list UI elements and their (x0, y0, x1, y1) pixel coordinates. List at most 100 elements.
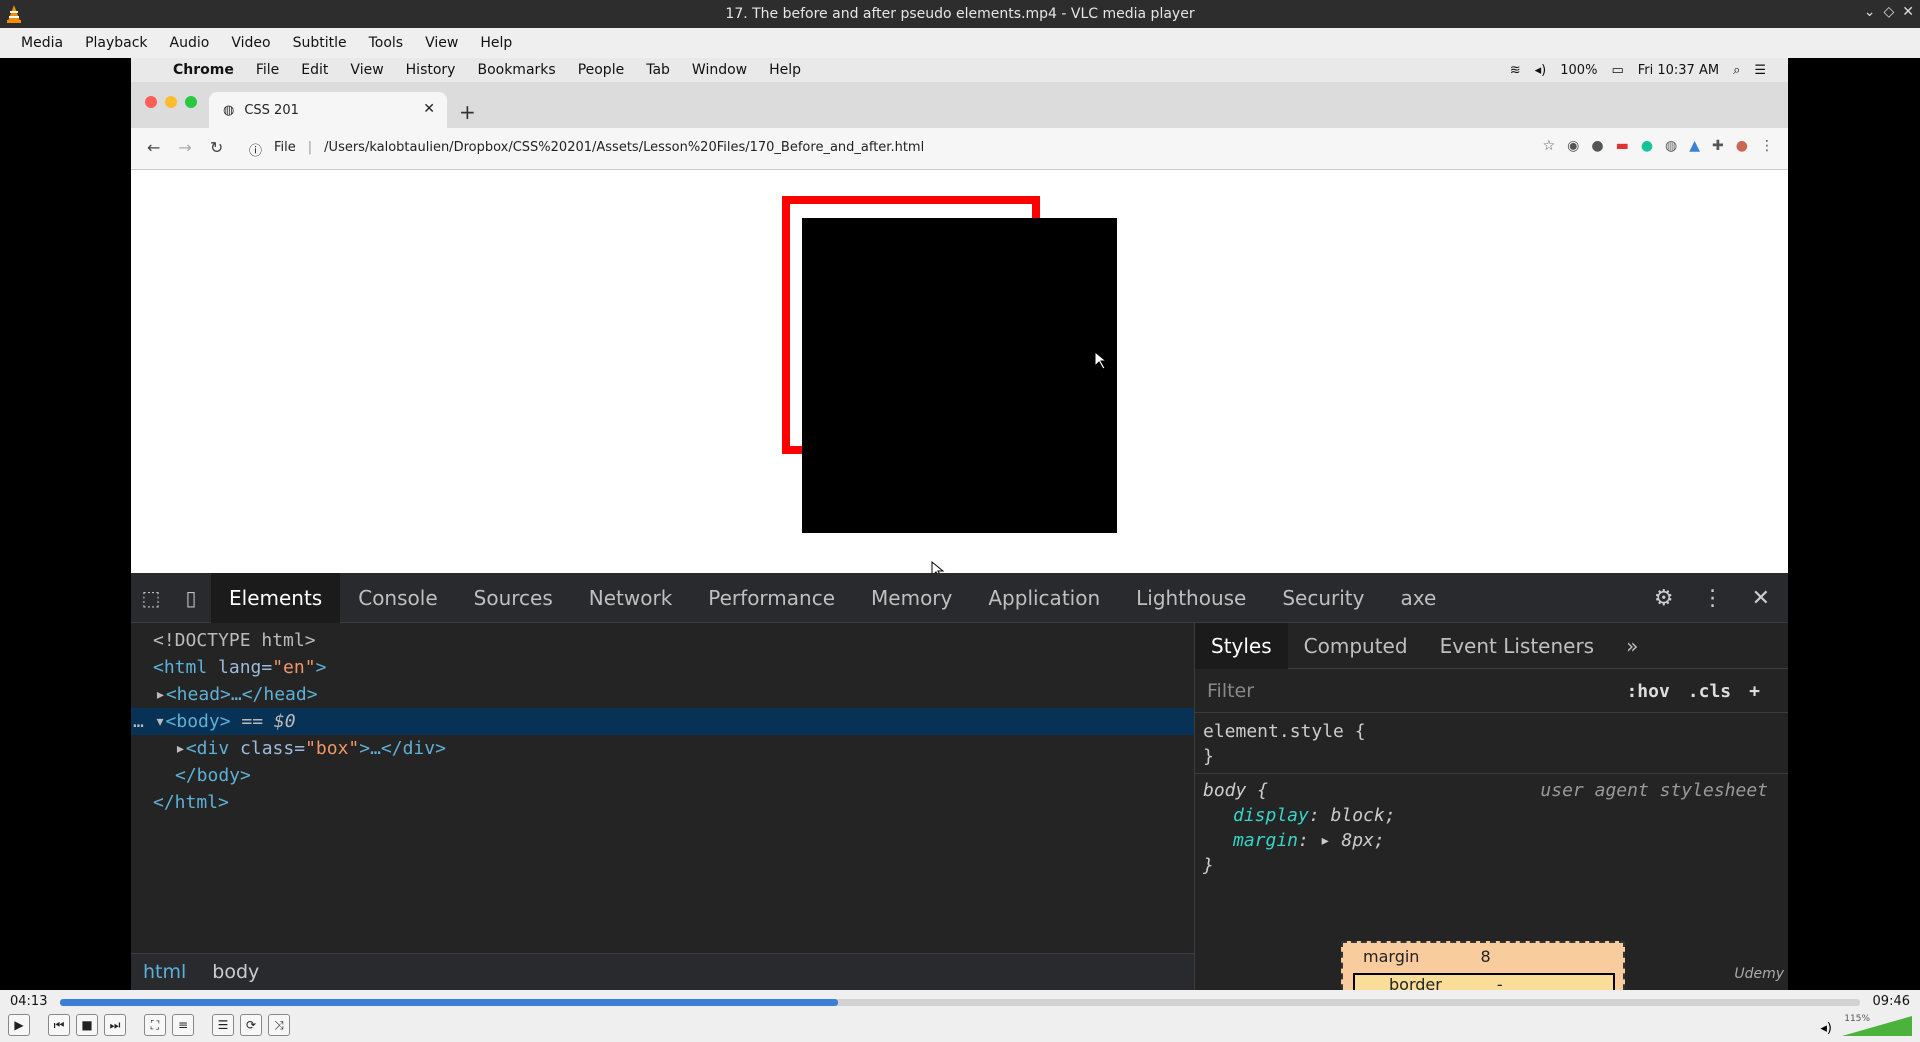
tab-application: Application (988, 585, 1101, 610)
menu-video[interactable]: Video (220, 35, 281, 51)
video-area[interactable]: Chrome File Edit View History Bookmarks … (0, 58, 1920, 990)
mac-menu-history: History (405, 62, 456, 78)
recorded-screen: Chrome File Edit View History Bookmarks … (131, 58, 1788, 990)
playlist-button[interactable]: ☰ (212, 1014, 234, 1036)
breadcrumb-body: body (212, 961, 260, 983)
close-devtools-icon: ✕ (1751, 585, 1770, 611)
tab-title: CSS 201 (244, 102, 299, 118)
vlc-controls: 04:13 09:46 ▶ ⏮ ■ ⏭ ⛶ ≡ ☰ ⟳ ⤨ ◂) 115% (0, 990, 1920, 1042)
box-margin-value: 8 (1480, 947, 1491, 966)
inspect-element-icon: ⬚ (141, 585, 161, 610)
spotlight-icon: ⌕ (1733, 62, 1741, 78)
notification-center-icon: ☰ (1754, 62, 1766, 78)
new-tab-icon: + (459, 100, 476, 124)
body-rule: body {user agent stylesheet (1203, 780, 1768, 801)
extended-settings-button[interactable]: ≡ (172, 1014, 194, 1036)
breadcrumb-html: html (143, 961, 187, 983)
filter-placeholder: Filter (1207, 679, 1255, 702)
play-button[interactable]: ▶ (8, 1014, 30, 1036)
seek-progress (60, 999, 838, 1006)
box-div (802, 218, 1117, 533)
tab-close-icon: ✕ (423, 101, 435, 117)
elapsed-time: 04:13 (10, 994, 48, 1009)
minimize-dot-icon (165, 96, 177, 108)
element-style-rule: element.style { (1203, 721, 1366, 742)
menu-help[interactable]: Help (469, 35, 523, 51)
seek-bar[interactable] (60, 999, 1860, 1006)
menu-audio[interactable]: Audio (159, 35, 221, 51)
tab-elements: Elements (211, 572, 341, 623)
settings-gear-icon: ⚙ (1653, 585, 1674, 611)
previous-button[interactable]: ⏮ (48, 1014, 70, 1036)
pseudo-element-demo (782, 196, 1117, 580)
expand-triangle-icon: ▸ (175, 738, 186, 759)
mac-menu-tab: Tab (646, 62, 670, 78)
dom-breadcrumbs: html body (131, 953, 1194, 990)
next-button[interactable]: ⏭ (104, 1014, 126, 1036)
css-rules: element.style { } body {user agent style… (1195, 719, 1788, 878)
tab-computed: Computed (1303, 633, 1408, 658)
box-model-diagram: margin 8 border - (1341, 941, 1625, 990)
hov-button: :hov (1626, 680, 1670, 702)
minimize-icon[interactable]: ⌄ (1864, 4, 1876, 20)
vlc-title-bar: 17. The before and after pseudo elements… (0, 0, 1920, 28)
shuffle-button[interactable]: ⤨ (268, 1014, 290, 1036)
styles-filter: Filter :hov .cls + (1195, 669, 1788, 713)
mac-menu-chrome: Chrome (173, 62, 234, 78)
dom-div-box: ▸<div class="box">…</div> (175, 738, 446, 759)
speaker-icon[interactable]: ◂) (1820, 1021, 1832, 1036)
back-icon: ← (147, 138, 161, 157)
device-toolbar-icon: ▯ (185, 585, 197, 610)
browser-tab: ◍ CSS 201 ✕ (209, 92, 447, 128)
dom-head: ▸<head>…</head> (155, 684, 318, 705)
loop-button[interactable]: ⟳ (240, 1014, 262, 1036)
extension-record-icon: ● (1591, 138, 1604, 154)
dom-tree: <!DOCTYPE html> <html lang="en"> ▸<head>… (131, 623, 1194, 953)
menu-view[interactable]: View (414, 35, 469, 51)
devtools-tab-bar: ⬚ ▯ Elements Console Sources Network Per… (131, 572, 1788, 623)
chrome-tab-strip: ◍ CSS 201 ✕ + (131, 82, 1788, 128)
extension-grammarly-icon: ● (1640, 138, 1654, 154)
display-declaration: display: block; (1233, 805, 1396, 826)
more-options-icon: ⋮ (1701, 585, 1724, 611)
menu-subtitle[interactable]: Subtitle (282, 35, 358, 51)
extension-camera-icon: ◉ (1567, 138, 1580, 154)
extension-red-icon: ▬ (1615, 138, 1629, 154)
volume-slider[interactable]: 115% (1842, 1014, 1912, 1036)
box-border-label: border (1389, 975, 1442, 990)
mac-menu-bookmarks: Bookmarks (477, 62, 556, 78)
user-agent-label: user agent stylesheet (1540, 780, 1768, 801)
mac-menu-view: View (350, 62, 384, 78)
dom-body-close: </body> (175, 765, 251, 786)
info-icon: ⓘ (249, 144, 263, 159)
menu-playback[interactable]: Playback (74, 35, 158, 51)
chrome-menu-icon: ⋮ (1760, 138, 1774, 154)
udemy-watermark: Udemy (1734, 966, 1784, 982)
volume-percent: 115% (1844, 1014, 1870, 1024)
dom-html-open: <html lang="en"> (153, 657, 327, 678)
address-bar: ← → ↻ ⓘ File | /Users/kalobtaulien/Dropb… (131, 128, 1788, 170)
menu-tools[interactable]: Tools (358, 35, 415, 51)
tab-performance: Performance (708, 585, 836, 610)
extensions-puzzle-icon: ✚ (1712, 138, 1724, 154)
tab-console: Console (358, 585, 438, 610)
fullscreen-button[interactable]: ⛶ (144, 1014, 166, 1036)
tab-memory: Memory (871, 585, 953, 610)
cls-button: .cls (1687, 680, 1732, 702)
globe-icon: ◍ (223, 102, 235, 118)
dom-html-close: </html> (153, 792, 229, 813)
menu-media[interactable]: Media (10, 35, 74, 51)
maximize-icon[interactable]: ◇ (1883, 4, 1894, 20)
close-dot-icon (145, 96, 157, 108)
wifi-icon: ≋ (1509, 62, 1521, 78)
mouse-cursor-icon (931, 560, 945, 580)
close-window-icon[interactable]: ✕ (1902, 4, 1914, 20)
expand-triangle-icon: ▸ (155, 684, 166, 705)
tab-event-listeners: Event Listeners (1439, 633, 1595, 658)
dom-doctype: <!DOCTYPE html> (153, 630, 316, 651)
stop-button[interactable]: ■ (76, 1014, 98, 1036)
box-border-value: - (1496, 975, 1503, 990)
devtools-panel: ⬚ ▯ Elements Console Sources Network Per… (131, 572, 1788, 990)
mac-menu-window: Window (691, 62, 748, 78)
forward-icon: → (178, 138, 192, 157)
